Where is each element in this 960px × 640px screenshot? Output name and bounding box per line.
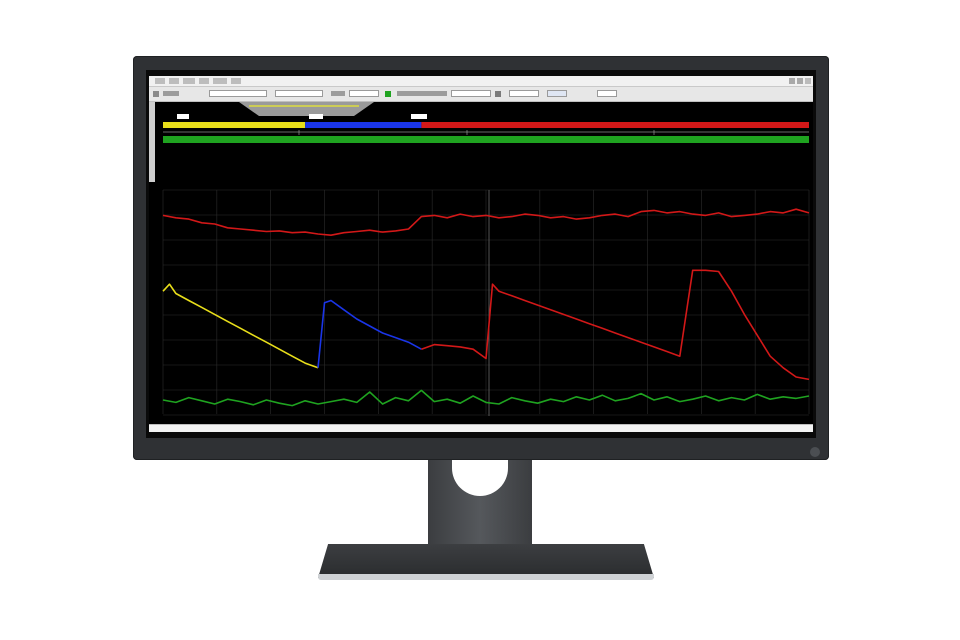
- toolbar-icon[interactable]: [153, 91, 159, 97]
- toolbar-icon[interactable]: [495, 91, 501, 97]
- toolbar-label: [331, 91, 345, 96]
- power-button-icon: [810, 447, 820, 457]
- series-line-3[interactable]: [421, 269, 810, 381]
- marker-label: [177, 114, 189, 119]
- overview-side-strip: [149, 102, 155, 182]
- app-toolbar: [149, 87, 813, 102]
- toolbar-button[interactable]: [547, 90, 567, 97]
- toolbar-input[interactable]: [209, 90, 267, 97]
- run-icon[interactable]: [385, 91, 391, 97]
- timeline-ticks: [298, 130, 655, 135]
- segment-yellow[interactable]: [163, 122, 306, 128]
- timeline-bar[interactable]: [163, 122, 809, 128]
- menu-item[interactable]: [183, 78, 195, 84]
- toolbar-label: [397, 91, 447, 96]
- series-line-2[interactable]: [317, 299, 422, 368]
- toolbar-input[interactable]: [509, 90, 539, 97]
- segment-blue[interactable]: [305, 122, 422, 128]
- plot-area: [149, 184, 813, 420]
- overview-panel: [149, 102, 813, 182]
- monitor-stand-edge: [318, 574, 654, 580]
- menu-item[interactable]: [169, 78, 179, 84]
- toolbar-input[interactable]: [451, 90, 491, 97]
- range-selector-highlight: [249, 105, 359, 107]
- monitor-stand-base: [318, 544, 654, 578]
- overview-green-bar[interactable]: [163, 136, 809, 143]
- toolbar-label: [163, 91, 179, 96]
- menu-item[interactable]: [231, 78, 241, 84]
- marker-label: [309, 114, 323, 119]
- menu-item[interactable]: [155, 78, 165, 84]
- toolbar-input[interactable]: [275, 90, 323, 97]
- toolbar-input[interactable]: [349, 90, 379, 97]
- app-titlebar: [149, 76, 813, 87]
- menu-item[interactable]: [213, 78, 227, 84]
- toolbar-input[interactable]: [597, 90, 617, 97]
- series-line-1[interactable]: [162, 283, 319, 369]
- close-icon[interactable]: [805, 78, 811, 84]
- menu-item[interactable]: [199, 78, 209, 84]
- overview-svg: [163, 102, 809, 143]
- maximize-icon[interactable]: [797, 78, 803, 84]
- range-selector-handle[interactable]: [239, 102, 374, 116]
- analysis-app-window: [149, 76, 813, 432]
- segment-red[interactable]: [421, 122, 809, 128]
- minimize-icon[interactable]: [789, 78, 795, 84]
- chart-svg[interactable]: [149, 184, 813, 420]
- status-legend: [149, 430, 813, 432]
- marker-label: [411, 114, 427, 119]
- status-bar: [149, 424, 813, 432]
